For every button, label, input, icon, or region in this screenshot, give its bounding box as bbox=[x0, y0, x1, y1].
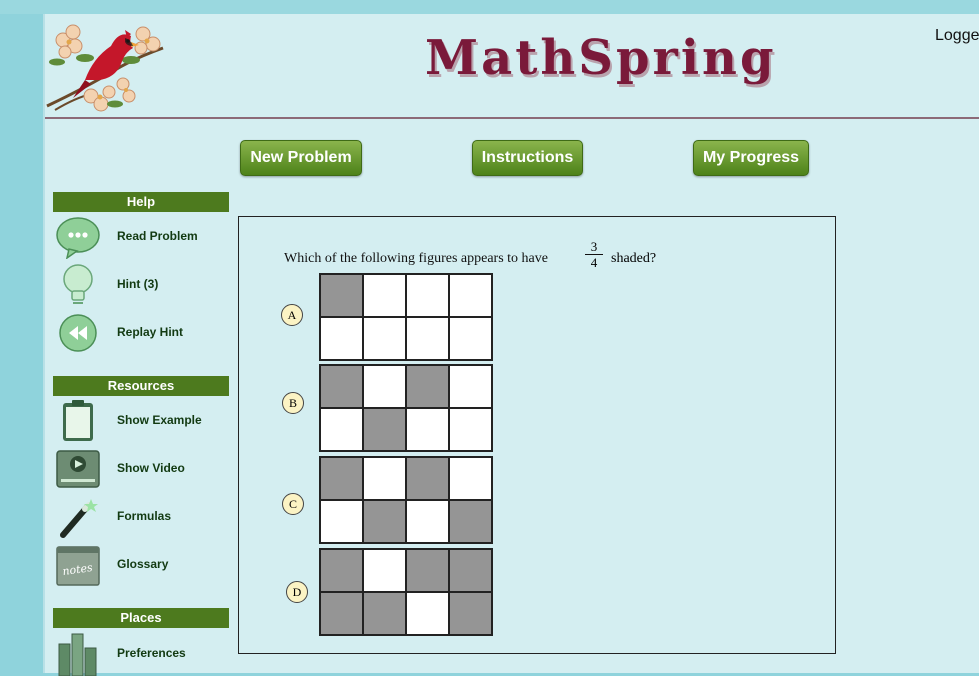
preferences-tool[interactable]: Preferences bbox=[53, 632, 233, 676]
video-player-icon bbox=[56, 450, 100, 488]
bar-chart-icon bbox=[58, 633, 97, 676]
fraction: 3 4 bbox=[585, 239, 603, 270]
new-problem-button[interactable]: New Problem bbox=[240, 140, 362, 176]
choice-c-figure[interactable] bbox=[319, 456, 493, 544]
formulas-label: Formulas bbox=[117, 509, 172, 523]
shaded-cell bbox=[449, 549, 492, 592]
brand-title: MathSpring bbox=[425, 30, 777, 86]
unshaded-cell bbox=[449, 365, 492, 408]
question-tail-text: shaded? bbox=[611, 251, 657, 266]
show-example-label: Show Example bbox=[117, 413, 202, 427]
unshaded-cell bbox=[449, 408, 492, 451]
unshaded-cell bbox=[320, 317, 363, 360]
unshaded-cell bbox=[406, 592, 449, 635]
logged-in-text: Logge bbox=[935, 27, 979, 44]
shaded-cell bbox=[406, 457, 449, 500]
header-divider bbox=[45, 117, 979, 119]
shaded-cell bbox=[363, 592, 406, 635]
shaded-cell bbox=[363, 408, 406, 451]
unshaded-cell bbox=[363, 457, 406, 500]
shaded-cell bbox=[363, 500, 406, 543]
show-video-label: Show Video bbox=[117, 461, 185, 475]
problem-panel: Which of the following figures appears t… bbox=[238, 216, 836, 654]
shaded-cell bbox=[320, 457, 363, 500]
unshaded-cell bbox=[406, 317, 449, 360]
clipboard-icon bbox=[63, 400, 93, 441]
shaded-cell bbox=[406, 365, 449, 408]
magic-wand-icon bbox=[60, 499, 98, 538]
replay-hint-label: Replay Hint bbox=[117, 325, 184, 339]
preferences-label: Preferences bbox=[117, 646, 186, 660]
cardinal-logo-icon bbox=[46, 24, 164, 112]
unshaded-cell bbox=[363, 365, 406, 408]
read-problem-tool[interactable]: Read Problem bbox=[53, 215, 233, 259]
fraction-denominator: 4 bbox=[590, 255, 598, 270]
top-strip bbox=[0, 0, 979, 14]
lightbulb-icon bbox=[63, 264, 93, 304]
unshaded-cell bbox=[320, 500, 363, 543]
choice-d-label[interactable]: D bbox=[286, 581, 308, 603]
choice-a-figure[interactable] bbox=[319, 273, 493, 361]
header: MathSpring Logge bbox=[45, 14, 979, 119]
page: MathSpring Logge New Problem Instruction… bbox=[43, 14, 979, 676]
read-problem-label: Read Problem bbox=[117, 229, 198, 243]
speech-bubble-icon bbox=[56, 217, 100, 259]
places-section-header: Places bbox=[53, 608, 229, 628]
glossary-label: Glossary bbox=[117, 557, 169, 571]
shaded-cell bbox=[449, 592, 492, 635]
choice-c-label[interactable]: C bbox=[282, 493, 304, 515]
shaded-cell bbox=[449, 500, 492, 543]
instructions-button[interactable]: Instructions bbox=[472, 140, 583, 176]
shaded-cell bbox=[320, 365, 363, 408]
hint-label: Hint (3) bbox=[117, 277, 159, 291]
shaded-cell bbox=[320, 274, 363, 317]
unshaded-cell bbox=[363, 317, 406, 360]
unshaded-cell bbox=[406, 408, 449, 451]
choice-b-figure[interactable] bbox=[319, 364, 493, 452]
shaded-cell bbox=[406, 549, 449, 592]
resources-section-header: Resources bbox=[53, 376, 229, 396]
question-text: Which of the following figures appears t… bbox=[284, 251, 548, 266]
rewind-icon bbox=[59, 314, 97, 352]
choice-d-figure[interactable] bbox=[319, 548, 493, 636]
unshaded-cell bbox=[449, 457, 492, 500]
shaded-cell bbox=[320, 592, 363, 635]
show-example-tool[interactable]: Show Example bbox=[53, 399, 233, 443]
help-section-header: Help bbox=[53, 192, 229, 212]
replay-hint-tool[interactable]: Replay Hint bbox=[53, 311, 233, 355]
unshaded-cell bbox=[449, 274, 492, 317]
unshaded-cell bbox=[320, 408, 363, 451]
choice-b-label[interactable]: B bbox=[282, 392, 304, 414]
shaded-cell bbox=[320, 549, 363, 592]
choice-a-label[interactable]: A bbox=[281, 304, 303, 326]
unshaded-cell bbox=[406, 500, 449, 543]
formulas-tool[interactable]: Formulas bbox=[53, 495, 233, 539]
show-video-tool[interactable]: Show Video bbox=[53, 447, 233, 491]
unshaded-cell bbox=[449, 317, 492, 360]
my-progress-button[interactable]: My Progress bbox=[693, 140, 809, 176]
unshaded-cell bbox=[363, 274, 406, 317]
unshaded-cell bbox=[363, 549, 406, 592]
unshaded-cell bbox=[406, 274, 449, 317]
fraction-numerator: 3 bbox=[585, 239, 603, 255]
hint-tool[interactable]: Hint (3) bbox=[53, 263, 233, 307]
notes-icon: notes bbox=[56, 546, 100, 586]
glossary-tool[interactable]: notes Glossary bbox=[53, 543, 233, 587]
